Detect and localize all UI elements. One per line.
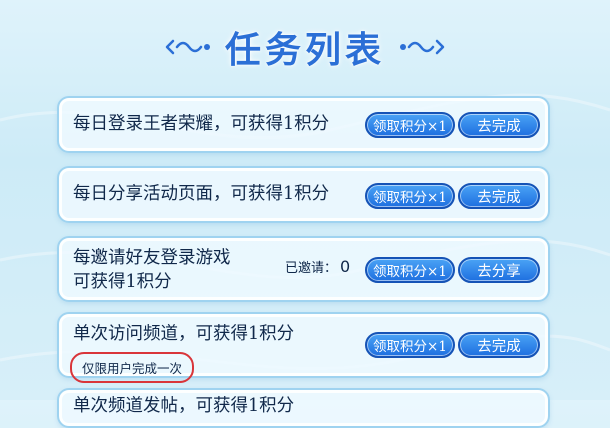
- task-description: 单次访问频道，可获得1积分: [73, 324, 295, 344]
- go-complete-button[interactable]: 去完成: [458, 332, 540, 358]
- claim-points-button[interactable]: 领取积分×1: [365, 183, 455, 209]
- task-description-line2: 可获得1积分: [73, 272, 172, 292]
- task-description-line1: 每邀请好友登录游戏: [73, 248, 231, 268]
- section-header: 任务列表: [0, 22, 610, 72]
- invited-label: 已邀请：: [285, 261, 338, 276]
- claim-points-button[interactable]: 领取积分×1: [365, 257, 455, 283]
- task-description: 每日登录王者荣耀，可获得1积分: [73, 114, 330, 134]
- task-description: 每日分享活动页面，可获得1积分: [73, 184, 330, 204]
- limit-note: 仅限用户完成一次: [70, 352, 195, 383]
- ornament-left-icon: [163, 37, 211, 57]
- invited-count: 0: [340, 257, 351, 276]
- task-description: 单次频道发帖，可获得1积分: [73, 396, 295, 416]
- task-card-daily-share: 每日分享活动页面，可获得1积分 领取积分×1 去完成: [57, 166, 550, 223]
- claim-points-button[interactable]: 领取积分×1: [365, 112, 455, 138]
- task-card-invite-friends: 每邀请好友登录游戏 可获得1积分 已邀请： 0 领取积分×1 去分享: [57, 236, 550, 302]
- invited-counter: 已邀请： 0: [285, 257, 350, 276]
- page-title: 任务列表: [224, 30, 385, 71]
- claim-points-button[interactable]: 领取积分×1: [365, 332, 455, 358]
- go-share-button[interactable]: 去分享: [458, 257, 540, 283]
- task-card-visit-channel: 单次访问频道，可获得1积分 仅限用户完成一次 领取积分×1 去完成: [57, 312, 550, 383]
- ornament-right-icon: [399, 37, 447, 57]
- go-complete-button[interactable]: 去完成: [458, 112, 540, 138]
- go-complete-button[interactable]: 去完成: [458, 183, 540, 209]
- task-card-daily-login: 每日登录王者荣耀，可获得1积分 领取积分×1 去完成: [57, 96, 550, 153]
- task-card-channel-post: 单次频道发帖，可获得1积分: [57, 388, 550, 428]
